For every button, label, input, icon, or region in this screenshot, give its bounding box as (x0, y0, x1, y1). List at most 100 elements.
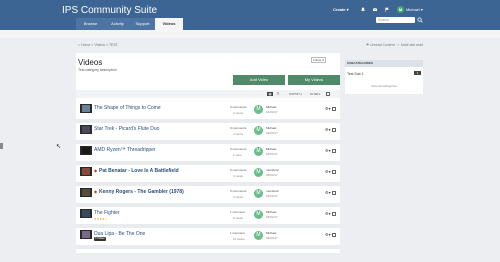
widget-heading: SUBCATEGORIES (345, 60, 423, 67)
author-avatar[interactable]: M (254, 105, 263, 114)
list-item: Dua Lipa - Be The One 0 Hidden 1 comment… (76, 228, 340, 245)
mark-site-read-link[interactable]: ✓ Mark site read (397, 43, 423, 47)
list-item: The Shape of Things to Come 0 comments 2… (76, 102, 340, 119)
videos-panel: Videos Test category description Follow … (76, 53, 340, 253)
list-item: AMD Ryzen™ Threadripper 0 comments 1 vie… (76, 144, 340, 161)
star-rating[interactable]: ★★★★☆ (94, 217, 107, 221)
video-thumbnail[interactable] (80, 167, 92, 176)
view-all-categories-link[interactable]: View All Categories (345, 84, 423, 88)
video-thumbnail[interactable] (80, 230, 92, 239)
video-title[interactable]: Kenny Rogers - The Gambler (1978) (99, 189, 184, 195)
author-name[interactable]: Michael (266, 126, 276, 130)
tab-browse[interactable]: Browse (76, 18, 105, 30)
tab-activity[interactable]: Activity (105, 18, 130, 30)
list-item: The Fighter ★★★★☆ 1 comment 9 views M Mi… (76, 207, 340, 224)
tab-videos[interactable]: Videos (155, 18, 183, 30)
breadcrumb[interactable]: ⌂ Home > Videos > TEST (78, 43, 118, 47)
search-input[interactable]: Search (376, 17, 415, 23)
row-checkbox[interactable] (332, 170, 336, 174)
gear-icon[interactable]: ⚙▾ (325, 127, 331, 132)
subcategory-count-badge: 1 (414, 71, 421, 75)
post-date: 04/04/17 (266, 110, 278, 114)
video-thumbnail[interactable] (80, 188, 92, 197)
post-date: 04/04/17 (266, 215, 278, 219)
list-view-icon[interactable]: ☰ (275, 92, 281, 96)
side-drawer-handle[interactable] (0, 143, 3, 149)
view-count: 3 views (233, 132, 244, 136)
author-name[interactable]: Michael (266, 210, 276, 214)
page-title: Videos (78, 58, 103, 67)
video-title[interactable]: Star Trek - Picard's Flute Duo (94, 126, 159, 132)
sort-by-menu[interactable]: SORT BY ▾ (289, 93, 302, 96)
gear-icon[interactable]: ⚙▾ (325, 169, 331, 174)
filter-menu[interactable]: FILTER ▾ (310, 93, 320, 96)
row-checkbox[interactable] (332, 191, 336, 195)
post-date: 04/04/17 (266, 152, 278, 156)
video-title[interactable]: The Shape of Things to Come (94, 105, 161, 111)
comment-count: 0 comments (230, 168, 247, 172)
view-count: 4 views (233, 174, 244, 178)
video-title[interactable]: AMD Ryzen™ Threadripper (94, 147, 156, 153)
view-count: 4 views (233, 195, 244, 199)
author-avatar[interactable]: M (254, 210, 263, 219)
view-count: 9 views (233, 216, 244, 220)
author-name[interactable]: Michael (266, 147, 276, 151)
pinned-icon: ◆ (94, 168, 98, 173)
gear-icon[interactable]: ⚙▾ (325, 148, 331, 153)
row-checkbox[interactable] (332, 149, 336, 153)
hidden-badge: 0 Hidden (94, 237, 107, 241)
video-thumbnail[interactable] (80, 125, 92, 134)
subcategory-link[interactable]: Test Sub 1 (347, 72, 364, 76)
user-menu[interactable]: Michael ▾ (406, 7, 423, 12)
gear-icon[interactable]: ⚙▾ (325, 106, 331, 111)
video-title[interactable]: The Fighter (94, 210, 120, 216)
view-count: 1 view (233, 153, 242, 157)
search-icon[interactable] (417, 17, 423, 23)
flag-icon[interactable] (384, 7, 390, 12)
pinned-icon: ◆ (94, 189, 98, 194)
site-brand[interactable]: IPS Community Suite (62, 5, 157, 16)
author-name[interactable]: Michael (266, 231, 276, 235)
comment-count: 0 comments (230, 147, 247, 151)
add-video-button[interactable]: Add Video (233, 75, 285, 85)
author-avatar[interactable]: M (254, 168, 263, 177)
bell-icon[interactable] (360, 7, 366, 12)
row-checkbox[interactable] (332, 128, 336, 132)
row-checkbox[interactable] (332, 233, 336, 237)
view-count: 10 views (233, 237, 245, 241)
user-avatar[interactable]: M (397, 6, 404, 13)
author-avatar[interactable]: M (254, 189, 263, 198)
list-item: ◆ Pat Benatar - Love Is A Battlefield 0 … (76, 165, 340, 182)
gear-icon[interactable]: ⚙▾ (325, 211, 331, 216)
video-title[interactable]: Pat Benatar - Love Is A Battlefield (99, 168, 179, 174)
page-description: Test category description (78, 68, 117, 72)
view-count: 2 views (233, 111, 244, 115)
author-name[interactable]: Michael (266, 105, 276, 109)
create-menu[interactable]: Create ▾ (333, 7, 349, 12)
post-date: 04/04/17 (266, 173, 278, 177)
gear-icon[interactable]: ⚙▾ (325, 190, 331, 195)
my-videos-button[interactable]: My Videos (288, 75, 340, 85)
author-avatar[interactable]: M (254, 147, 263, 156)
envelope-icon[interactable] (372, 7, 378, 12)
author-avatar[interactable]: M (254, 126, 263, 135)
follow-button[interactable]: Follow ▾ (311, 57, 326, 63)
video-thumbnail[interactable] (80, 104, 92, 113)
grid-view-icon[interactable]: ▦ (267, 92, 273, 96)
mouse-cursor-icon: ↖ (56, 144, 62, 150)
gear-icon[interactable]: ⚙▾ (325, 232, 331, 237)
video-thumbnail[interactable] (80, 209, 92, 218)
row-checkbox[interactable] (332, 107, 336, 111)
author-name[interactable]: member2 (266, 168, 279, 172)
comment-count: 0 comments (230, 126, 247, 130)
author-name[interactable]: member2 (266, 189, 279, 193)
post-date: 04/04/17 (266, 131, 278, 135)
select-all-checkbox[interactable] (326, 92, 330, 96)
post-date: 04/04/17 (266, 236, 278, 240)
tab-support[interactable]: Support (130, 18, 155, 30)
author-avatar[interactable]: M (254, 231, 263, 240)
video-thumbnail[interactable] (80, 146, 92, 155)
comment-count: 0 comments (230, 105, 247, 109)
unread-content-link[interactable]: ⚑ Unread Content (366, 43, 395, 47)
row-checkbox[interactable] (332, 212, 336, 216)
